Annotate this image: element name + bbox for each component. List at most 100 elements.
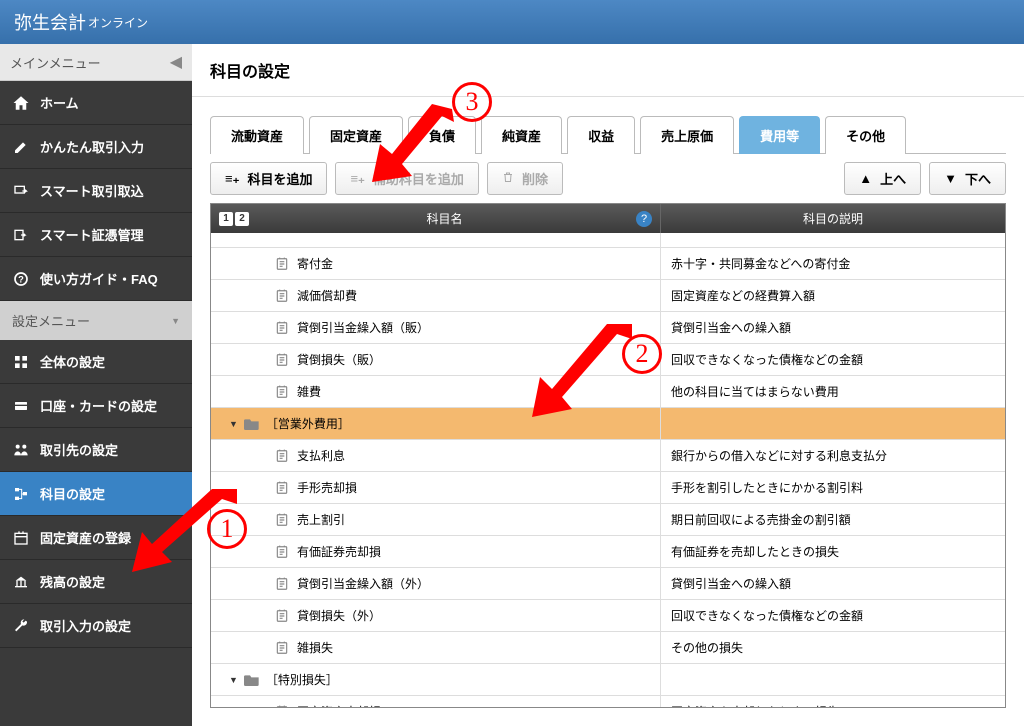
sidebar-item-label: 残高の設定 <box>40 572 105 591</box>
accounts-grid: 1 2 科目名 ? 科目の説明 寄付金赤十字・共同募金などへの寄付金減価償却費固… <box>210 203 1006 708</box>
settings-menu-header[interactable]: 設定メニュー ▼ <box>0 301 192 340</box>
sidebar-item-general-settings[interactable]: 全体の設定 <box>0 340 192 384</box>
toolbar: ≡₊ 科目を追加 ≡₊ 補助科目を追加 削除 ▲ 上へ ▼ 下へ <box>192 154 1024 203</box>
account-name: 寄付金 <box>297 255 333 272</box>
account-icon <box>275 321 289 335</box>
table-row[interactable]: 固定資産売却損 固定資産を売却したときの損失 <box>211 696 1005 708</box>
account-icon <box>275 577 289 591</box>
main-content: 科目の設定 流動資産 固定資産 負債 純資産 収益 売上原価 費用等 その他 ≡… <box>192 44 1024 726</box>
button-label: 削除 <box>522 169 548 188</box>
sidebar-item-smart-evidence[interactable]: スマート証憑管理 <box>0 213 192 257</box>
sidebar-item-home[interactable]: ホーム <box>0 81 192 125</box>
partners-icon <box>12 441 30 459</box>
tree-toggle-icon[interactable]: ▼ <box>229 675 238 685</box>
main-menu-header[interactable]: メインメニュー ◀ <box>0 44 192 81</box>
tab-cogs[interactable]: 売上原価 <box>640 116 734 154</box>
grid-header-desc: 科目の説明 <box>661 204 1005 233</box>
table-row[interactable]: 支払利息銀行からの借入などに対する利息支払分 <box>211 440 1005 472</box>
account-description: 固定資産を売却したときの損失 <box>661 696 1005 708</box>
sidebar-item-smart-import[interactable]: スマート取引取込 <box>0 169 192 213</box>
move-up-button[interactable]: ▲ 上へ <box>844 162 921 195</box>
sidebar-item-balance[interactable]: 残高の設定 <box>0 560 192 604</box>
collapse-icon[interactable]: ◀ <box>170 52 182 72</box>
table-row[interactable]: 有価証券売却損有価証券を売却したときの損失 <box>211 536 1005 568</box>
add-sub-account-button[interactable]: ≡₊ 補助科目を追加 <box>335 162 478 195</box>
button-label: 補助科目を追加 <box>373 169 464 188</box>
sidebar: メインメニュー ◀ ホーム かんたん取引入力 スマート取引取込 スマート証憑管理… <box>0 44 192 726</box>
tree-icon <box>12 485 30 503</box>
account-icon <box>275 481 289 495</box>
sidebar-item-label: 取引入力の設定 <box>40 616 131 635</box>
account-name: 手形売却損 <box>297 479 357 496</box>
account-description: 貸倒引当金への繰入額 <box>661 312 1005 343</box>
account-description: 銀行からの借入などに対する利息支払分 <box>661 440 1005 471</box>
tab-net-assets[interactable]: 純資産 <box>481 116 562 154</box>
table-row[interactable]: ▼［特別損失］ <box>211 664 1005 696</box>
table-row[interactable]: ▼［営業外費用］ <box>211 408 1005 440</box>
help-icon[interactable]: ? <box>636 211 652 227</box>
move-down-button[interactable]: ▼ 下へ <box>929 162 1006 195</box>
account-description: 赤十字・共同募金などへの寄付金 <box>661 248 1005 279</box>
sidebar-item-fixed-assets[interactable]: 固定資産の登録 <box>0 516 192 560</box>
sidebar-item-account-card[interactable]: 口座・カードの設定 <box>0 384 192 428</box>
sidebar-item-guide[interactable]: ? 使い方ガイド・FAQ <box>0 257 192 301</box>
sidebar-item-easy-entry[interactable]: かんたん取引入力 <box>0 125 192 169</box>
tab-liabilities[interactable]: 負債 <box>408 116 476 154</box>
page-title: 科目の設定 <box>192 44 1024 97</box>
table-row[interactable]: 貸倒損失（販）回収できなくなった債権などの金額 <box>211 344 1005 376</box>
table-row[interactable]: 減価償却費 固定資産などの経費算入額 <box>211 280 1005 312</box>
sidebar-item-label: ホーム <box>40 93 79 112</box>
trash-icon <box>502 170 514 187</box>
app-header: 弥生会計オンライン <box>0 0 1024 44</box>
add-list-icon: ≡₊ <box>225 171 239 187</box>
table-row[interactable]: 雑損失その他の損失 <box>211 632 1005 664</box>
account-name: 固定資産売却損 <box>297 703 381 708</box>
delete-button[interactable]: 削除 <box>487 162 563 195</box>
table-row[interactable] <box>211 233 1005 248</box>
svg-text:?: ? <box>18 274 24 284</box>
import-icon <box>12 182 30 200</box>
account-name: 貸倒引当金繰入額（外） <box>297 575 429 592</box>
up-icon: ▲ <box>859 171 872 186</box>
table-row[interactable]: 貸倒引当金繰入額（外）貸倒引当金への繰入額 <box>211 568 1005 600</box>
account-name: 減価償却費 <box>297 287 357 304</box>
account-description: 固定資産などの経費算入額 <box>661 280 1005 311</box>
add-account-button[interactable]: ≡₊ 科目を追加 <box>210 162 327 195</box>
table-row[interactable]: 貸倒引当金繰入額（販）貸倒引当金への繰入額 <box>211 312 1005 344</box>
collapse-level-1[interactable]: 1 <box>219 212 233 226</box>
add-sublist-icon: ≡₊ <box>350 171 364 187</box>
account-name: 雑費 <box>297 383 321 400</box>
button-label: 下へ <box>965 169 991 188</box>
table-row[interactable]: 貸倒損失（外）回収できなくなった債権などの金額 <box>211 600 1005 632</box>
collapse-level-2[interactable]: 2 <box>235 212 249 226</box>
app-subtitle: オンライン <box>88 14 148 31</box>
account-icon <box>275 385 289 399</box>
tab-current-assets[interactable]: 流動資産 <box>210 116 304 154</box>
account-icon <box>275 257 289 271</box>
account-description: 手形を割引したときにかかる割引料 <box>661 472 1005 503</box>
sidebar-item-label: スマート取引取込 <box>40 181 144 200</box>
tab-fixed-assets[interactable]: 固定資産 <box>309 116 403 154</box>
tree-toggle-icon[interactable]: ▼ <box>229 419 238 429</box>
sidebar-item-partners[interactable]: 取引先の設定 <box>0 428 192 472</box>
sidebar-item-entry-settings[interactable]: 取引入力の設定 <box>0 604 192 648</box>
evidence-icon <box>12 226 30 244</box>
table-row[interactable]: 寄付金 赤十字・共同募金などへの寄付金 <box>211 248 1005 280</box>
table-row[interactable]: 手形売却損 手形を割引したときにかかる割引料 <box>211 472 1005 504</box>
account-description: 回収できなくなった債権などの金額 <box>661 600 1005 631</box>
account-icon <box>275 353 289 367</box>
tab-other[interactable]: その他 <box>825 116 906 154</box>
tab-revenue[interactable]: 収益 <box>567 116 635 154</box>
folder-icon <box>244 674 258 685</box>
tab-expenses[interactable]: 費用等 <box>739 116 820 154</box>
table-row[interactable]: 雑費他の科目に当てはまらない費用 <box>211 376 1005 408</box>
account-icon <box>275 289 289 303</box>
account-description <box>661 664 1005 695</box>
sidebar-item-label: 全体の設定 <box>40 352 105 371</box>
sidebar-item-accounts[interactable]: 科目の設定 <box>0 472 192 516</box>
table-row[interactable]: 売上割引期日前回収による売掛金の割引額 <box>211 504 1005 536</box>
grid-header: 1 2 科目名 ? 科目の説明 <box>211 204 1005 233</box>
main-menu-label: メインメニュー <box>10 53 101 72</box>
bank-icon <box>12 573 30 591</box>
sidebar-item-label: 口座・カードの設定 <box>40 396 157 415</box>
